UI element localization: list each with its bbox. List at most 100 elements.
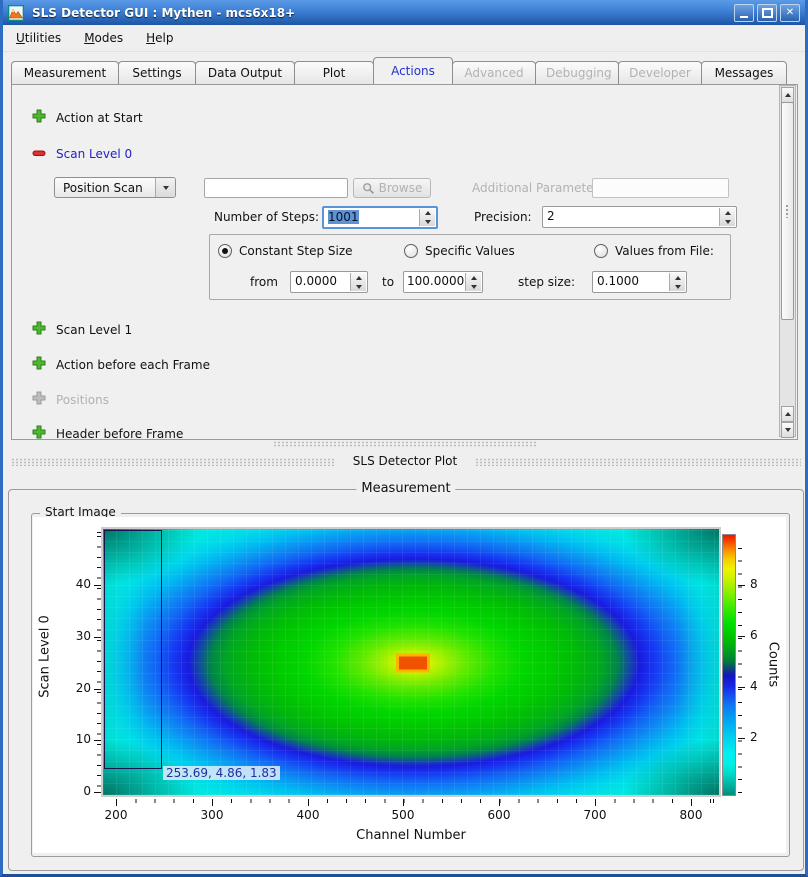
browse-label: Browse [379,181,423,195]
step-size-value: 0.1000 [597,274,639,288]
from-value: 0.0000 [295,274,337,288]
cursor-readout: 253.69, 4.86, 1.83 [163,766,280,780]
arrow-down-icon [785,428,791,432]
maximize-button[interactable] [757,4,777,22]
x-axis-label: Channel Number [291,828,531,843]
scan-level-1-row[interactable]: Scan Level 1 [56,323,132,337]
scan-file-input[interactable] [204,178,348,198]
tab-messages[interactable]: Messages [701,61,787,84]
browse-button: Browse [353,178,431,198]
number-of-steps-label: Number of Steps: [207,210,319,224]
to-value: 100.0000 [407,274,464,288]
precision-spinbox[interactable]: 2 [542,206,737,228]
spinner-arrows[interactable] [419,209,435,226]
scroll-up-button[interactable] [781,87,794,103]
y-axis-minor-ticks [97,532,101,796]
additional-parameter-label: Additional Parameter: [472,181,602,195]
colorbar [722,534,736,796]
menu-utilities[interactable]: Utilities [6,28,71,48]
y-tick-label: 40 [63,577,91,591]
title-bar[interactable]: SLS Detector GUI : Mythen - mcs6x18+ ✕ [3,0,805,25]
radio-values-from-file[interactable]: Values from File: [594,244,714,258]
arrow-up-icon [785,412,791,416]
radio-unselected-icon [404,244,418,258]
to-spinbox[interactable]: 100.0000 [403,271,483,293]
magnifier-icon [362,182,375,195]
scan-level-0-row[interactable]: Scan Level 0 [56,147,132,161]
tab-developer: Developer [618,61,702,84]
heatmap-canvas[interactable] [101,527,721,797]
tab-measurement[interactable]: Measurement [11,61,119,84]
menu-help[interactable]: Help [136,28,183,48]
chevron-down-icon[interactable] [155,178,175,197]
x-axis-tick [499,799,500,806]
tab-actions[interactable]: Actions [373,57,453,84]
dock-handle-left[interactable] [11,458,335,466]
expand-plus-icon[interactable] [31,320,47,336]
tab-data-output[interactable]: Data Output [195,61,295,84]
radio-unselected-icon [594,244,608,258]
step-size-spinbox[interactable]: 0.1000 [592,271,687,293]
colorbar-tick-label: 8 [750,577,768,591]
x-axis-tick [116,799,117,806]
step-size-label: step size: [518,275,575,289]
tab-plot[interactable]: Plot [294,61,374,84]
x-tick-label: 600 [479,808,519,822]
spinner-arrows[interactable] [669,273,685,291]
grip-dots-icon [785,204,790,218]
expand-plus-icon[interactable] [31,424,47,440]
x-axis-tick [595,799,596,806]
x-tick-label: 200 [96,808,136,822]
menu-bar: Utilities Modes Help [3,25,805,52]
header-before-frame-row[interactable]: Header before Frame [56,427,183,440]
splitter-handle[interactable] [273,441,538,447]
y-axis-label: Scan Level 0 [38,609,53,705]
from-spinbox[interactable]: 0.0000 [290,271,368,293]
window-title: SLS Detector GUI : Mythen - mcs6x18+ [32,6,295,20]
y-axis-tick [94,637,101,638]
menu-modes[interactable]: Modes [74,28,133,48]
app-logo-icon [8,5,24,21]
colorbar-label: Counts [766,617,781,713]
colorbar-minor-ticks [738,537,742,793]
spinner-arrows[interactable] [350,273,366,291]
number-of-steps-spinbox[interactable]: 1001 [322,206,438,229]
scan-mode-selected-value: Position Scan [55,181,155,195]
collapse-minus-icon[interactable] [31,145,47,161]
scroll-down-button[interactable] [781,422,794,438]
spinner-arrows[interactable] [719,208,735,226]
radio-specific-values[interactable]: Specific Values [404,244,515,258]
colorbar-tick-label: 2 [750,730,768,744]
action-before-each-frame-row[interactable]: Action before each Frame [56,358,210,372]
scrollbar-thumb[interactable] [781,102,794,320]
measurement-group-title: Measurement [356,481,455,496]
dock-handle-right[interactable] [475,458,801,466]
radio-constant-step-size[interactable]: Constant Step Size [218,244,353,258]
x-tick-label: 800 [671,808,711,822]
number-of-steps-value: 1001 [328,210,359,224]
expand-plus-icon[interactable] [31,108,47,124]
y-tick-label: 20 [63,681,91,695]
scan-mode-dropdown[interactable]: Position Scan [54,177,176,198]
x-axis-tick [691,799,692,806]
plot-dock-title: SLS Detector Plot [340,454,470,468]
spinner-arrows[interactable] [465,273,481,291]
x-axis-tick [308,799,309,806]
zoom-selection-rect[interactable] [104,530,162,769]
from-label: from [250,275,278,289]
close-button[interactable]: ✕ [780,4,800,22]
colorbar-tick [738,738,745,739]
step-mode-group: Constant Step Size Specific Values Value… [209,234,731,300]
expand-plus-icon[interactable] [31,355,47,371]
action-at-start-row[interactable]: Action at Start [56,111,143,125]
tab-settings[interactable]: Settings [118,61,196,84]
minimize-button[interactable] [734,4,754,22]
tab-advanced: Advanced [452,61,536,84]
additional-parameter-input [592,178,729,198]
tab-bar: Measurement Settings Data Output Plot Ac… [11,57,801,84]
scroll-up-button-2[interactable] [781,406,794,422]
vertical-scrollbar[interactable] [779,85,796,437]
radio-selected-icon [218,244,232,258]
tab-debugging: Debugging [535,61,619,84]
x-tick-label: 500 [383,808,423,822]
